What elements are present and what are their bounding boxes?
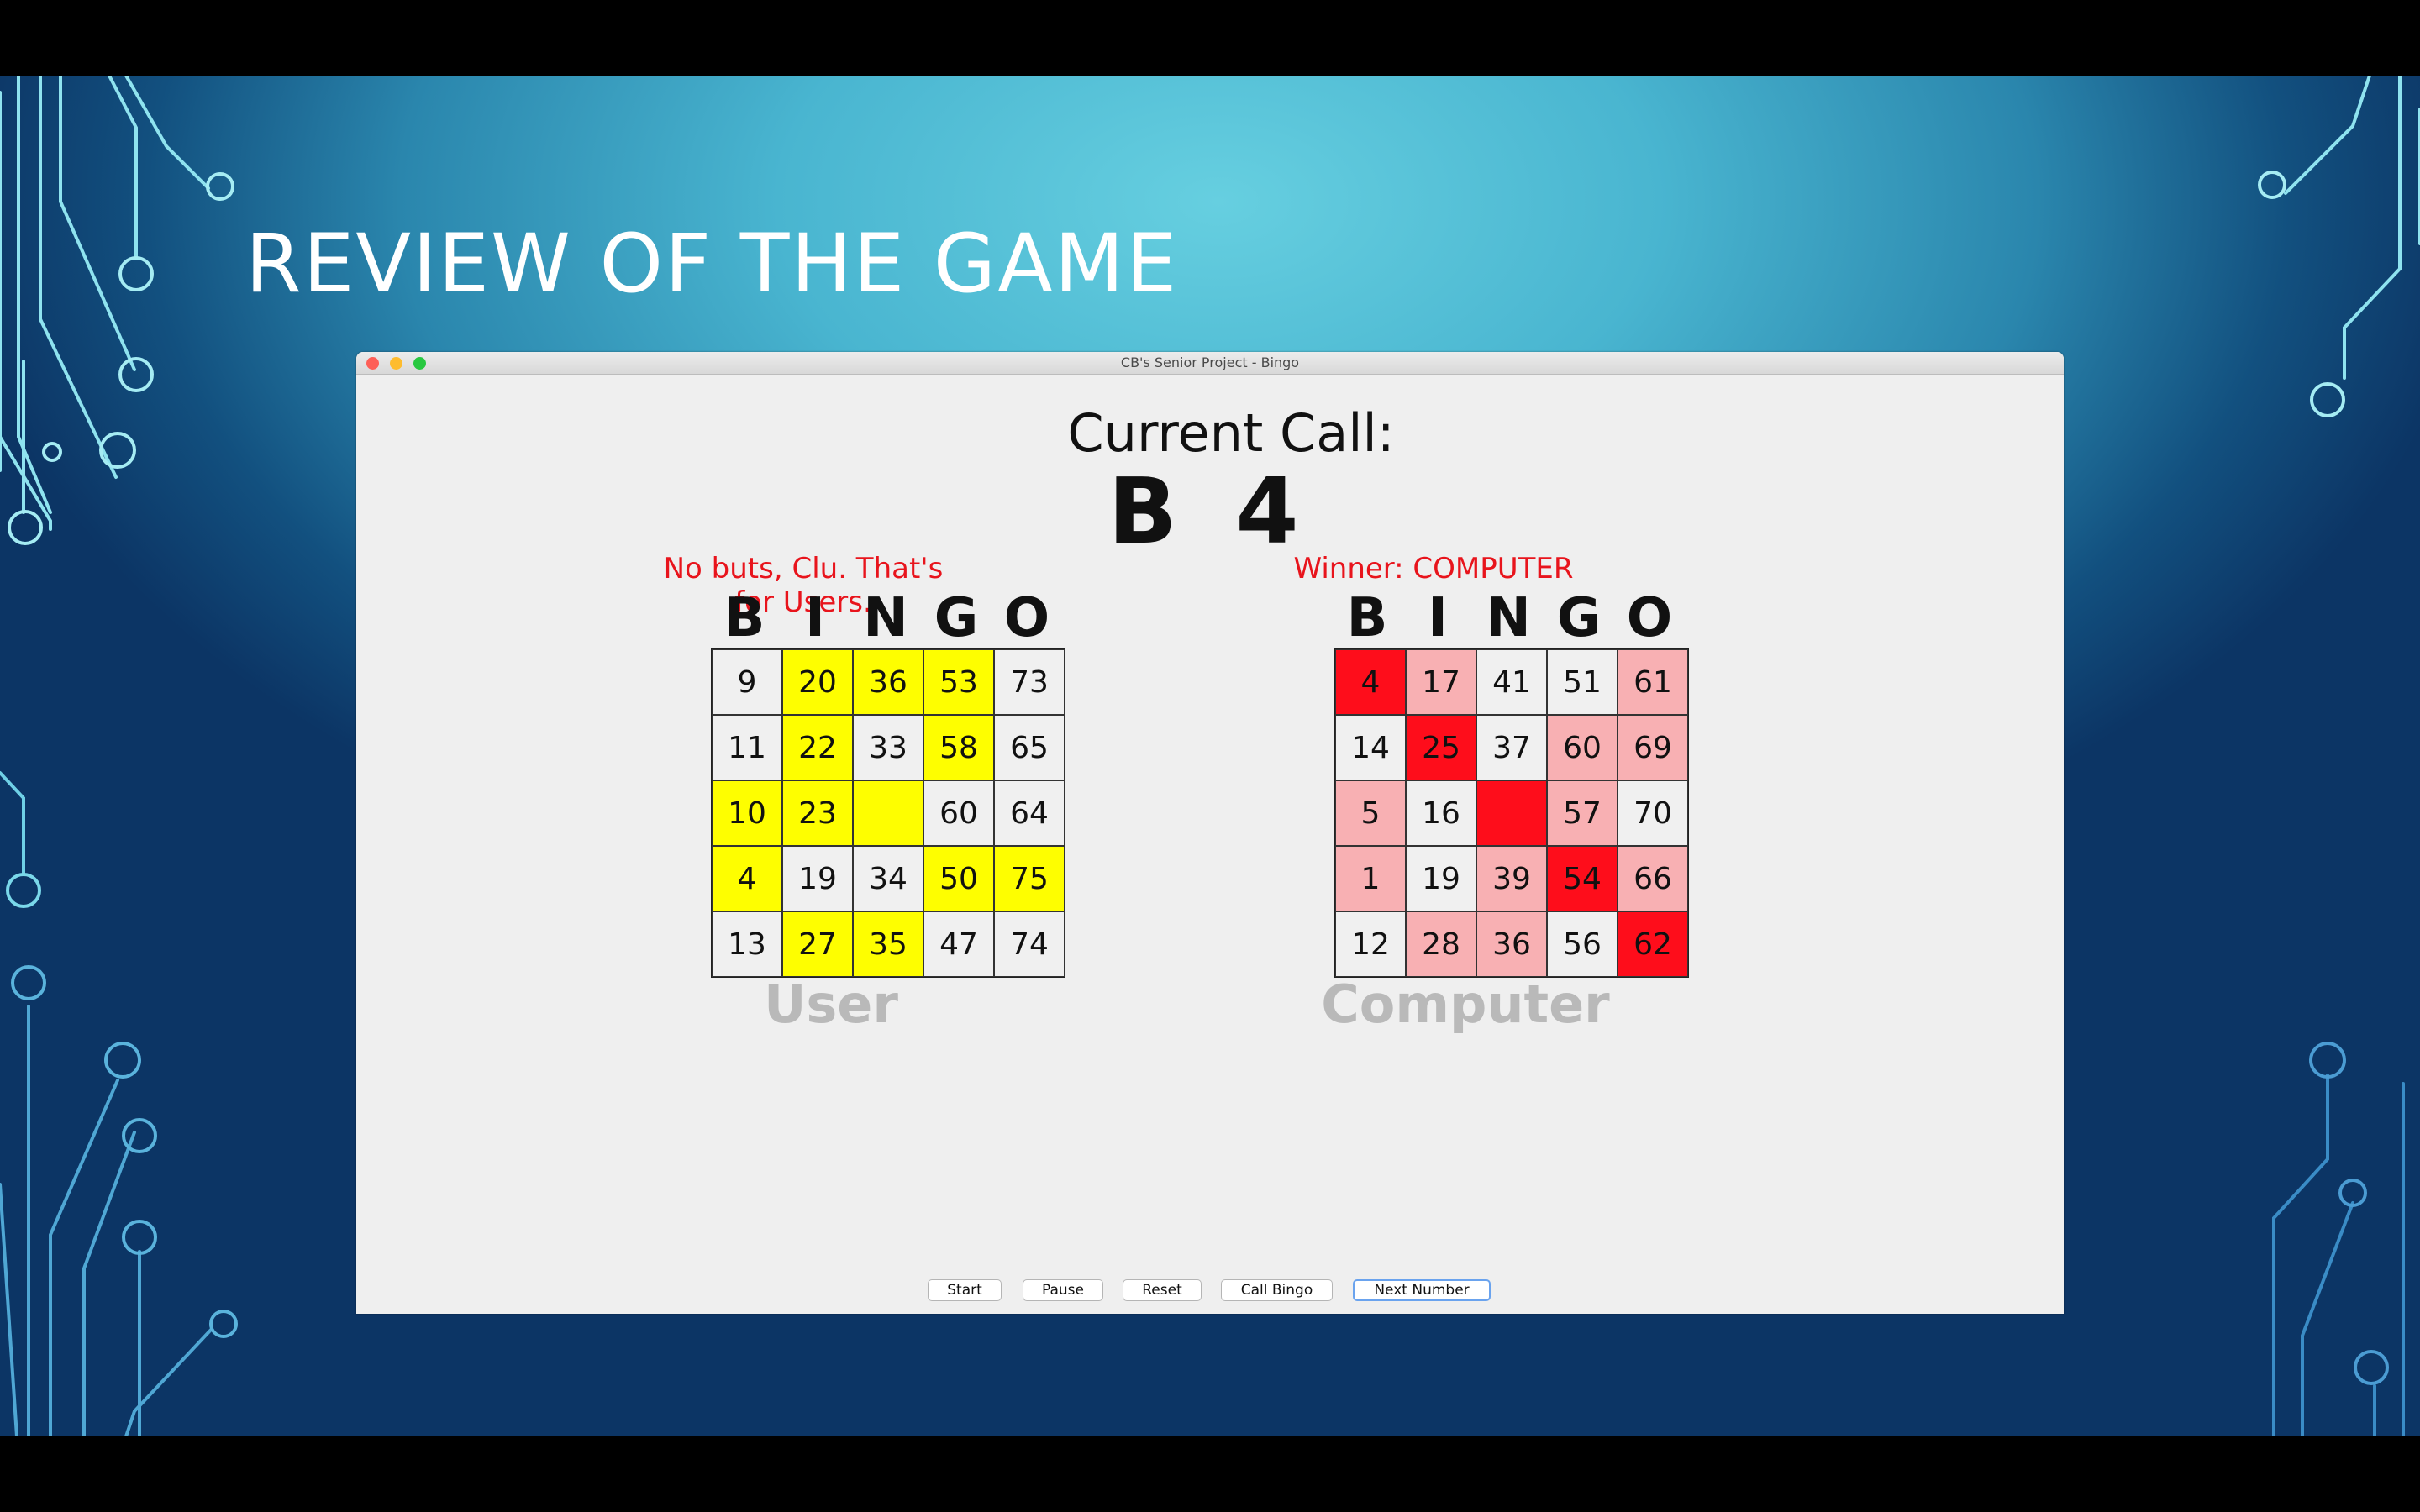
computer-cell[interactable]: 19 [1406,846,1476,911]
computer-card-label: Computer [1321,974,1610,1035]
window-title: CB's Senior Project - Bingo [1120,354,1300,370]
computer-bingo-header: B I N G O [1332,587,1685,649]
user-bingo-header: B I N G O [709,587,1062,649]
letterbox-top [0,0,2420,76]
current-call-label: Current Call: [1067,402,1395,464]
user-header-g: G [934,587,979,649]
user-cell[interactable]: 64 [994,780,1065,846]
computer-cell[interactable]: 57 [1547,780,1618,846]
user-cell[interactable]: 23 [782,780,853,846]
computer-cell[interactable]: 5 [1335,780,1406,846]
user-cell[interactable]: 50 [923,846,994,911]
computer-cell[interactable]: 4 [1335,649,1406,715]
computer-cell[interactable]: 28 [1406,911,1476,977]
user-cell[interactable]: 58 [923,715,994,780]
user-cell[interactable]: 75 [994,846,1065,911]
user-cell[interactable]: 22 [782,715,853,780]
start-button[interactable]: Start [928,1279,1002,1301]
user-cell[interactable]: 47 [923,911,994,977]
current-call-value: B 4 [1107,459,1313,564]
computer-cell[interactable]: 25 [1406,715,1476,780]
computer-header-g: G [1556,587,1602,649]
computer-cell[interactable]: 61 [1618,649,1688,715]
letterbox-bottom [0,1436,2420,1512]
computer-cell[interactable]: 17 [1406,649,1476,715]
computer-cell[interactable]: 56 [1547,911,1618,977]
computer-header-n: N [1486,587,1531,649]
pause-button[interactable]: Pause [1023,1279,1103,1301]
user-cell[interactable]: 34 [853,846,923,911]
user-header-o: O [1003,587,1050,649]
computer-cell[interactable]: 54 [1547,846,1618,911]
slide-title: REVIEW OF THE GAME [245,217,1179,311]
computer-cell[interactable]: 12 [1335,911,1406,977]
reset-button[interactable]: Reset [1123,1279,1202,1301]
user-card-label: User [764,974,898,1035]
computer-bingo-card: 4 17 41 51 61 14 25 37 60 69 5 16 57 70 1 19 39 54 66 12 28 3… [1334,648,1689,978]
computer-cell[interactable] [1476,780,1547,846]
app-window: CB's Senior Project - Bingo Current Call… [356,352,2064,1314]
computer-cell[interactable]: 39 [1476,846,1547,911]
user-header-b: B [723,587,765,649]
user-cell[interactable]: 19 [782,846,853,911]
window-titlebar[interactable]: CB's Senior Project - Bingo [356,352,2064,375]
user-cell[interactable]: 10 [712,780,782,846]
user-cell[interactable]: 11 [712,715,782,780]
computer-cell[interactable]: 51 [1547,649,1618,715]
user-cell[interactable]: 73 [994,649,1065,715]
computer-cell[interactable]: 62 [1618,911,1688,977]
computer-cell[interactable]: 37 [1476,715,1547,780]
computer-cell[interactable]: 69 [1618,715,1688,780]
computer-header-i: I [1428,587,1448,649]
computer-cell[interactable]: 16 [1406,780,1476,846]
user-cell[interactable]: 36 [853,649,923,715]
computer-cell[interactable]: 70 [1618,780,1688,846]
user-cell[interactable]: 53 [923,649,994,715]
computer-cell[interactable]: 1 [1335,846,1406,911]
user-cell[interactable]: 4 [712,846,782,911]
user-cell[interactable]: 9 [712,649,782,715]
user-cell[interactable]: 13 [712,911,782,977]
computer-status-message: Winner: COMPUTER [1293,552,1574,585]
user-cell[interactable]: 33 [853,715,923,780]
user-cell[interactable]: 74 [994,911,1065,977]
computer-header-b: B [1346,587,1388,649]
computer-cell[interactable]: 36 [1476,911,1547,977]
computer-cell[interactable]: 66 [1618,846,1688,911]
computer-cell[interactable]: 60 [1547,715,1618,780]
computer-cell[interactable]: 41 [1476,649,1547,715]
call-bingo-button[interactable]: Call Bingo [1221,1279,1333,1301]
user-header-n: N [863,587,908,649]
user-cell[interactable]: 27 [782,911,853,977]
computer-cell[interactable]: 14 [1335,715,1406,780]
user-header-i: I [805,587,825,649]
user-cell[interactable]: 20 [782,649,853,715]
computer-header-o: O [1626,587,1673,649]
user-cell[interactable] [853,780,923,846]
user-bingo-card: 9 20 36 53 73 11 22 33 58 65 10 23 60 64 4 19 34 50 75 13 27… [711,648,1065,978]
user-cell[interactable]: 35 [853,911,923,977]
user-cell[interactable]: 65 [994,715,1065,780]
next-number-button[interactable]: Next Number [1353,1279,1491,1301]
user-cell[interactable]: 60 [923,780,994,846]
